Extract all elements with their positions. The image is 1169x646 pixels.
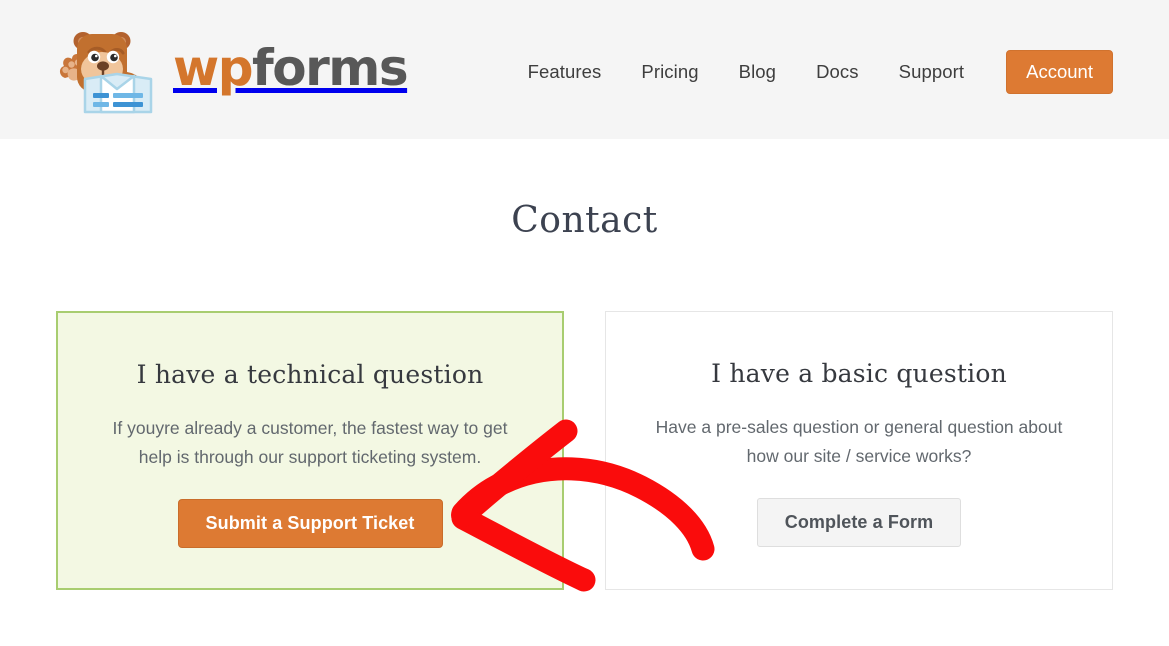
site-header: wpforms Features Pricing Blog Docs Suppo… — [0, 0, 1169, 139]
account-button[interactable]: Account — [1006, 50, 1113, 94]
card-technical-question-body: If youyre already a customer, the fastes… — [112, 418, 508, 467]
card-technical-question-actions: Submit a Support Ticket — [58, 499, 562, 548]
nav-item-pricing[interactable]: Pricing — [621, 50, 718, 94]
card-basic-question[interactable]: I have a basic question Have a pre-sales… — [605, 311, 1113, 590]
card-basic-question-title: I have a basic question — [711, 359, 1007, 388]
card-technical-question[interactable]: I have a technical question If youyre al… — [56, 311, 564, 590]
nav-item-support[interactable]: Support — [879, 50, 985, 94]
card-basic-question-actions: Complete a Form — [606, 498, 1112, 547]
card-technical-question-title: I have a technical question — [136, 360, 484, 389]
site-logo-wordmark: wpforms — [173, 43, 409, 97]
page-title: Contact — [511, 200, 658, 241]
nav-item-features[interactable]: Features — [508, 50, 622, 94]
nav-item-docs[interactable]: Docs — [796, 50, 879, 94]
logo-text-forms: forms — [251, 39, 409, 97]
site-logo[interactable]: wpforms — [55, 26, 409, 114]
contact-options: I have a technical question If youyre al… — [56, 311, 1113, 591]
submit-support-ticket-button[interactable]: Submit a Support Ticket — [177, 499, 443, 548]
nav-item-blog[interactable]: Blog — [719, 50, 796, 94]
card-basic-question-body: Have a pre-sales question or general que… — [655, 417, 1063, 466]
main-navigation: Features Pricing Blog Docs Support Accou… — [508, 50, 1113, 94]
wpforms-bear-mascot-icon — [55, 26, 163, 114]
complete-a-form-button[interactable]: Complete a Form — [756, 498, 962, 547]
logo-text-wp: wp — [173, 39, 253, 97]
